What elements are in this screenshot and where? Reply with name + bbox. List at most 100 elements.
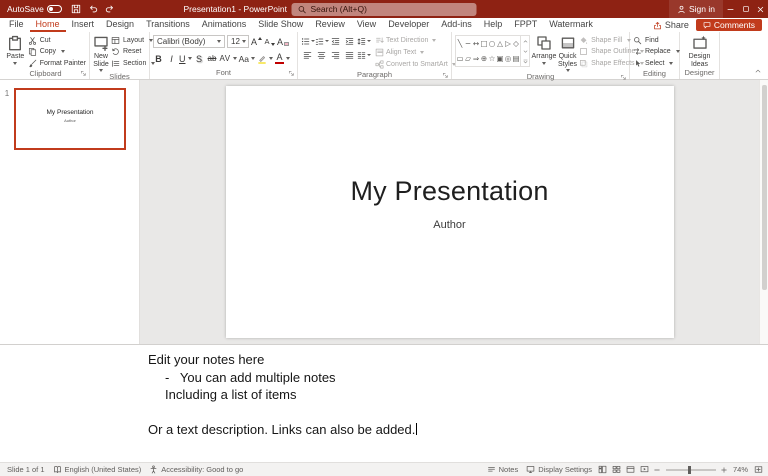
zoom-slider-thumb[interactable] — [688, 466, 691, 474]
shape-triangle-icon[interactable]: △ — [496, 36, 504, 51]
slide-thumbnail[interactable]: My Presentation Author — [14, 88, 126, 150]
save-button[interactable] — [68, 0, 85, 18]
sign-in-button[interactable]: Sign in — [669, 0, 723, 18]
underline-button[interactable]: U — [179, 52, 192, 65]
shape-line-icon[interactable]: ╲ — [456, 36, 464, 51]
shape-square-icon[interactable]: ▣ — [496, 51, 504, 66]
shape-plus-icon[interactable]: ⊕ — [480, 51, 488, 66]
quick-styles-button[interactable]: Quick Styles — [558, 34, 577, 72]
maximize-button[interactable] — [738, 0, 753, 18]
shape-diamond-icon[interactable]: ◇ — [512, 36, 520, 51]
normal-view-button[interactable] — [596, 463, 610, 476]
change-case-button[interactable]: Aa — [239, 52, 255, 65]
decrease-font-size-button[interactable]: A — [264, 35, 275, 48]
slide-subtitle-text[interactable]: Author — [433, 219, 465, 231]
tab-transitions[interactable]: Transitions — [140, 18, 196, 32]
section-button[interactable]: Section — [111, 58, 155, 69]
tab-home[interactable]: Home — [30, 18, 66, 32]
increase-font-size-button[interactable]: A — [251, 35, 262, 48]
shapes-scroll-up-button[interactable] — [521, 36, 529, 46]
accessibility-button[interactable]: Accessibility: Good to go — [145, 463, 247, 476]
search-box[interactable]: Search (Alt+Q) — [292, 3, 477, 16]
numbering-button[interactable] — [315, 35, 328, 48]
layout-button[interactable]: Layout — [111, 35, 155, 46]
zoom-in-button[interactable] — [719, 463, 730, 476]
shape-rectangle-icon[interactable]: □ — [480, 36, 488, 51]
autosave-toggle[interactable]: AutoSave — [0, 4, 68, 14]
shapes-more-button[interactable] — [521, 56, 529, 66]
slide-sorter-view-button[interactable] — [610, 463, 624, 476]
shape-block-arrow-icon[interactable]: ⇒ — [472, 51, 480, 66]
tab-animations[interactable]: Animations — [196, 18, 253, 32]
increase-indent-button[interactable] — [343, 35, 356, 48]
close-button[interactable] — [753, 0, 768, 18]
justify-button[interactable] — [343, 49, 356, 62]
reading-view-button[interactable] — [624, 463, 638, 476]
tab-watermark[interactable]: Watermark — [543, 18, 599, 32]
font-color-button[interactable]: A — [275, 52, 290, 65]
align-center-button[interactable] — [315, 49, 328, 62]
tab-add-ins[interactable]: Add-ins — [435, 18, 478, 32]
tab-help[interactable]: Help — [478, 18, 509, 32]
fit-to-window-button[interactable] — [751, 463, 765, 476]
tab-fppt[interactable]: FPPT — [508, 18, 543, 32]
font-size-select[interactable]: 12 — [227, 35, 249, 48]
display-settings-button[interactable]: Display Settings — [522, 463, 596, 476]
character-spacing-button[interactable]: AV — [220, 52, 237, 65]
strikethrough-button[interactable]: ab — [207, 52, 218, 65]
align-left-button[interactable] — [301, 49, 314, 62]
tab-review[interactable]: Review — [309, 18, 351, 32]
undo-button[interactable] — [85, 0, 102, 18]
zoom-slider[interactable] — [666, 469, 716, 471]
align-text-button[interactable]: Align Text — [375, 47, 456, 58]
tab-slide-show[interactable]: Slide Show — [252, 18, 309, 32]
shape-arrow-icon[interactable]: ↔ — [472, 36, 480, 51]
replace-button[interactable]: Replace — [633, 47, 680, 58]
tab-view[interactable]: View — [351, 18, 382, 32]
minimize-button[interactable] — [723, 0, 738, 18]
bold-button[interactable]: B — [153, 52, 164, 65]
clear-formatting-button[interactable]: A — [277, 35, 289, 48]
shape-star-icon[interactable]: ☆ — [488, 51, 496, 66]
zoom-out-button[interactable] — [652, 463, 663, 476]
font-dialog-launcher[interactable] — [288, 70, 295, 77]
notes-toggle-button[interactable]: Notes — [483, 463, 523, 476]
slide-title-text[interactable]: My Presentation — [350, 176, 548, 207]
highlight-color-button[interactable] — [257, 52, 273, 65]
slide-editor[interactable]: My Presentation Author — [226, 86, 674, 338]
new-slide-button[interactable]: New Slide — [93, 34, 109, 72]
tab-design[interactable]: Design — [100, 18, 140, 32]
collapse-ribbon-button[interactable] — [754, 67, 762, 77]
convert-smartart-button[interactable]: Convert to SmartArt — [375, 59, 456, 70]
columns-button[interactable] — [357, 49, 370, 62]
vertical-scrollbar[interactable] — [759, 80, 768, 344]
redo-button[interactable] — [102, 0, 119, 18]
notes-pane[interactable]: Edit your notes here - You can add multi… — [0, 344, 768, 462]
font-name-select[interactable]: Calibri (Body) — [153, 35, 225, 48]
line-spacing-button[interactable] — [357, 35, 370, 48]
tab-file[interactable]: File — [3, 18, 30, 32]
language-button[interactable]: English (United States) — [49, 463, 146, 476]
shape-circle2-icon[interactable]: ◎ — [504, 51, 512, 66]
find-button[interactable]: Find — [633, 35, 680, 46]
slideshow-button[interactable] — [638, 463, 652, 476]
shape-oval-icon[interactable]: ○ — [488, 36, 496, 51]
text-direction-button[interactable]: Text Direction — [375, 35, 456, 46]
shape-parallelogram-icon[interactable]: ▱ — [464, 51, 472, 66]
shape-flowchart-icon[interactable]: ▤ — [512, 51, 520, 66]
bullets-button[interactable] — [301, 35, 314, 48]
design-ideas-button[interactable]: Design Ideas — [683, 34, 716, 68]
shape-right-triangle-icon[interactable]: ▷ — [504, 36, 512, 51]
paste-button[interactable]: Paste — [5, 34, 26, 69]
format-painter-button[interactable]: Format Painter — [28, 58, 86, 69]
text-shadow-button[interactable]: S — [194, 52, 205, 65]
cut-button[interactable]: Cut — [28, 35, 86, 46]
comments-button[interactable]: Comments — [696, 19, 762, 31]
shape-rect2-icon[interactable]: ▭ — [456, 51, 464, 66]
arrange-button[interactable]: Arrange — [532, 34, 556, 72]
copy-button[interactable]: Copy — [28, 47, 86, 58]
share-button[interactable]: Share — [646, 18, 696, 32]
shape-straight-line-icon[interactable]: ─ — [464, 36, 472, 51]
tab-insert[interactable]: Insert — [66, 18, 101, 32]
reset-button[interactable]: Reset — [111, 47, 155, 58]
